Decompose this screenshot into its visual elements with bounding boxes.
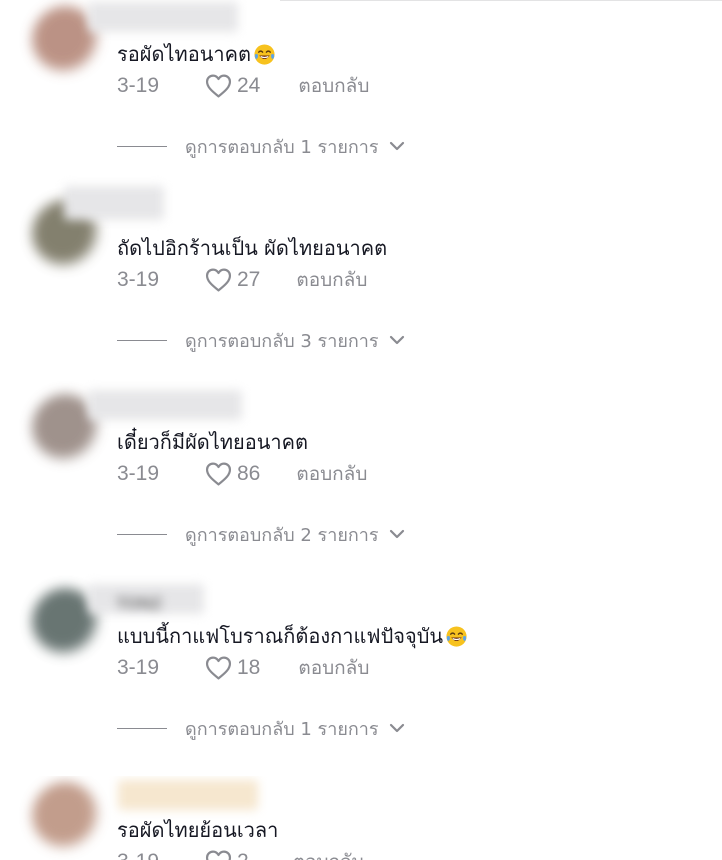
reply-button[interactable]: ตอบกลับ (296, 265, 367, 295)
comment-text-content: รอผัดไทยย้อนเวลา (117, 818, 279, 842)
like-button[interactable]: 86 (205, 462, 260, 486)
view-replies-line (117, 339, 167, 341)
view-replies-label: ดูการตอบกลับ 2 รายการ (185, 524, 379, 546)
comment-text: แบบนี้กาแฟโบราณก็ต้องกาแฟปัจจุบัน (117, 620, 468, 652)
comment-item: ถัดไปอิกร้านเป็น ผัดไทยอนาคต 3-19 27 ตอบ… (0, 186, 722, 388)
like-button[interactable]: 24 (205, 74, 260, 98)
username[interactable] (118, 780, 258, 810)
like-button[interactable]: 27 (205, 268, 260, 292)
comment-date: 3-19 (117, 74, 160, 97)
username[interactable] (64, 186, 164, 220)
comment-item: TONZ แบบนี้กาแฟโบราณก็ต้องกาแฟปัจจุบัน 3… (0, 582, 722, 776)
like-count: 24 (237, 74, 261, 97)
comment-text-content: ถัดไปอิกร้านเป็น ผัดไทยอนาคต (117, 236, 388, 260)
view-replies-label: ดูการตอบกลับ 1 รายการ (185, 718, 379, 740)
view-replies-button[interactable]: ดูการตอบกลับ 3 รายการ (117, 325, 405, 355)
comment-date: 3-19 (117, 462, 160, 485)
face-with-tears-of-joy-icon (253, 43, 276, 66)
view-replies-button[interactable]: ดูการตอบกลับ 1 รายการ (117, 131, 405, 161)
view-replies-label: ดูการตอบกลับ 1 รายการ (185, 136, 379, 158)
like-count: 27 (237, 268, 261, 291)
reply-button[interactable]: ตอบกลับ (296, 459, 367, 489)
view-replies-line (117, 533, 167, 535)
heart-icon (205, 74, 232, 98)
view-replies-button[interactable]: ดูการตอบกลับ 1 รายการ (117, 713, 405, 743)
view-replies-line (117, 145, 167, 147)
comment-text: ถัดไปอิกร้านเป็น ผัดไทยอนาคต (117, 232, 387, 264)
comment-date: 3-19 (117, 656, 160, 679)
chevron-down-icon (389, 141, 404, 151)
comment-item: รอผัดไทยย้อนเวลา 3-19 2 ตอบกลับ (0, 776, 722, 860)
chevron-down-icon (389, 335, 404, 345)
comment-text: เดี๋ยวก็มีผัดไทยอนาคต (117, 426, 308, 458)
comment-date: 3-19 (117, 268, 160, 291)
comment-meta: 3-19 24 ตอบกลับ (117, 71, 369, 101)
username[interactable]: TONZ (88, 584, 204, 614)
like-button[interactable]: 18 (205, 656, 260, 680)
reply-button[interactable]: ตอบกลับ (298, 653, 369, 683)
reply-button[interactable]: ตอบกลับ (293, 847, 364, 860)
avatar[interactable] (32, 782, 100, 850)
view-replies-label: ดูการตอบกลับ 3 รายการ (185, 330, 379, 352)
like-count: 18 (237, 656, 261, 679)
comment-meta: 3-19 86 ตอบกลับ (117, 459, 367, 489)
heart-icon (205, 656, 232, 680)
username[interactable] (88, 390, 242, 420)
username[interactable] (88, 2, 238, 32)
comment-meta: 3-19 2 ตอบกลับ (117, 847, 364, 860)
chevron-down-icon (389, 529, 404, 539)
chevron-down-icon (389, 723, 404, 733)
view-replies-line (117, 727, 167, 729)
comment-item: รอผัดไทอนาคต 3-19 24 ตอบกลับ ดูการตอบกลั… (0, 0, 722, 194)
heart-icon (205, 850, 232, 860)
comment-text: รอผัดไทยย้อนเวลา (117, 814, 278, 846)
comment-text-content: รอผัดไทอนาคต (117, 42, 251, 66)
reply-button[interactable]: ตอบกลับ (298, 71, 369, 101)
comment-meta: 3-19 27 ตอบกลับ (117, 265, 367, 295)
heart-icon (205, 268, 232, 292)
like-button[interactable]: 2 (205, 850, 249, 860)
comment-text-content: เดี๋ยวก็มีผัดไทยอนาคต (117, 430, 309, 454)
face-with-tears-of-joy-icon (445, 625, 468, 648)
comment-meta: 3-19 18 ตอบกลับ (117, 653, 369, 683)
like-count: 86 (237, 462, 261, 485)
comment-text: รอผัดไทอนาคต (117, 38, 276, 70)
like-count: 2 (237, 850, 249, 860)
view-replies-button[interactable]: ดูการตอบกลับ 2 รายการ (117, 519, 405, 549)
comment-item: เดี๋ยวก็มีผัดไทยอนาคต 3-19 86 ตอบกลับ ดู… (0, 388, 722, 582)
heart-icon (205, 462, 232, 486)
comment-date: 3-19 (117, 850, 205, 860)
comment-text-content: แบบนี้กาแฟโบราณก็ต้องกาแฟปัจจุบัน (117, 624, 444, 648)
